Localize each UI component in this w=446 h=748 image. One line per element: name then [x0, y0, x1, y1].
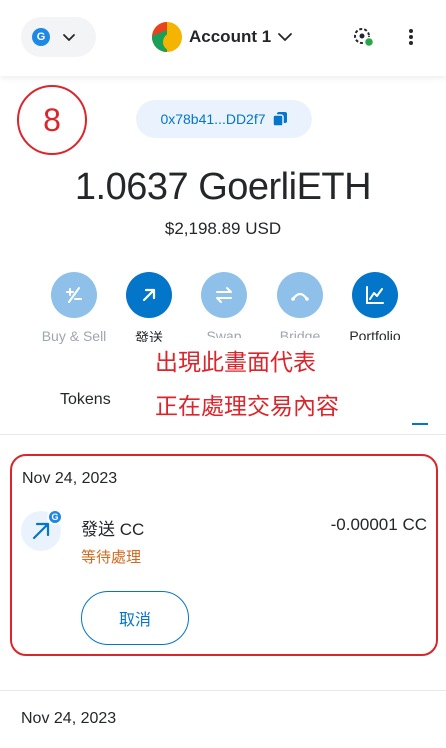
portfolio-button[interactable]: Portfolio — [337, 272, 413, 340]
annotation-note-line1: 出現此畫面代表 — [155, 348, 316, 376]
buy-sell-button[interactable]: Buy & Sell — [36, 272, 112, 344]
transaction-date: Nov 24, 2023 — [22, 470, 118, 487]
transaction-amount: -0.00001 CC — [330, 515, 427, 534]
address-copy-button[interactable]: 0x78b41...DD2f7 — [136, 100, 312, 138]
chevron-down-icon — [63, 34, 75, 42]
fiat-balance: $2,198.89 USD — [164, 219, 282, 238]
chart-icon — [352, 272, 398, 318]
connected-sites-icon[interactable] — [351, 25, 375, 49]
transaction-divider — [0, 690, 446, 691]
network-selector[interactable]: G — [21, 17, 96, 57]
bridge-label: Bridge — [279, 328, 321, 338]
swap-button[interactable]: Swap — [186, 272, 262, 338]
tab-tokens[interactable]: Tokens — [60, 391, 111, 409]
network-avatar: G — [32, 28, 50, 46]
app-header: G Account 1 — [0, 0, 446, 76]
plus-minus-icon — [51, 272, 97, 318]
transaction-title[interactable]: 發送 CC — [81, 515, 144, 540]
account-address: 0x78b41...DD2f7 — [160, 111, 266, 127]
bridge-button[interactable]: Bridge — [262, 272, 338, 338]
tab-active-indicator — [412, 423, 428, 425]
copy-icon — [271, 112, 287, 127]
account-avatar — [152, 22, 182, 52]
more-menu-icon[interactable] — [400, 25, 422, 49]
step-annotation: 8 — [17, 85, 87, 155]
transaction-status: 等待處理 — [81, 549, 142, 566]
swap-label: Swap — [206, 328, 242, 338]
account-name: Account 1 — [189, 27, 272, 46]
tabs-divider — [0, 434, 446, 435]
chevron-down-icon — [278, 33, 293, 42]
annotation-note-line2: 正在處理交易內容 — [155, 392, 339, 420]
cancel-transaction-button[interactable]: 取消 — [81, 591, 189, 645]
bridge-icon — [277, 272, 323, 318]
send-arrow-icon — [126, 272, 172, 318]
portfolio-label: Portfolio — [349, 328, 401, 340]
buy-sell-label: Buy & Sell — [41, 328, 107, 344]
swap-icon — [201, 272, 247, 318]
network-badge: G — [47, 509, 63, 525]
send-button[interactable]: 發送 — [111, 272, 187, 342]
send-label: 發送 — [135, 330, 163, 342]
account-menu-button[interactable]: Account 1 — [152, 21, 293, 53]
transaction-date: Nov 24, 2023 — [21, 710, 117, 727]
token-balance: 1.0637 GoerliETH — [74, 166, 372, 208]
